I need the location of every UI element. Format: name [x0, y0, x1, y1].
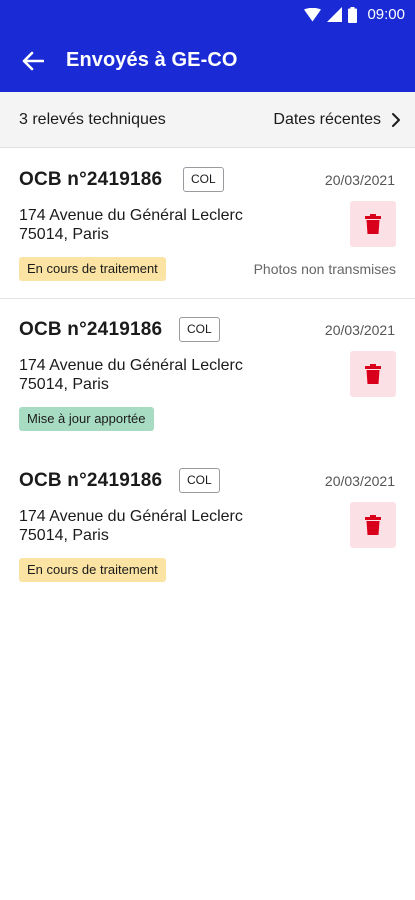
status-time: 09:00: [367, 6, 405, 23]
report-card[interactable]: OCB n°2419186 COL 20/03/2021 174 Avenue …: [0, 149, 415, 299]
report-card[interactable]: OCB n°2419186 COL 20/03/2021 174 Avenue …: [0, 450, 415, 600]
sort-button[interactable]: Dates récentes: [273, 105, 401, 135]
back-button[interactable]: [18, 46, 48, 76]
status-icons: 09:00: [304, 6, 405, 23]
report-type-tag: COL: [179, 468, 220, 493]
trash-icon: [365, 214, 381, 234]
result-count: 3 relevés techniques: [19, 111, 166, 128]
address-city: 75014, Paris: [19, 226, 109, 243]
report-reference: OCB n°2419186: [19, 319, 163, 340]
report-card[interactable]: OCB n°2419186 COL 20/03/2021 174 Avenue …: [0, 299, 415, 449]
delete-button[interactable]: [350, 351, 396, 397]
wifi-icon: [304, 7, 322, 21]
app-bar: Envoyés à GE-CO: [0, 30, 415, 92]
delete-button[interactable]: [350, 201, 396, 247]
sort-label: Dates récentes: [273, 111, 381, 128]
trash-icon: [365, 364, 381, 384]
battery-icon: [348, 6, 358, 23]
report-reference: OCB n°2419186: [19, 470, 163, 491]
status-badge: En cours de traitement: [19, 558, 166, 582]
status-bar: 09:00: [0, 0, 415, 30]
report-type-tag: COL: [183, 167, 224, 192]
delete-button[interactable]: [350, 502, 396, 548]
page-title: Envoyés à GE-CO: [66, 49, 238, 71]
address-city: 75014, Paris: [19, 527, 109, 544]
report-reference: OCB n°2419186: [19, 169, 163, 190]
address-street: 174 Avenue du Général Leclerc: [19, 207, 243, 224]
report-address: 174 Avenue du Général Leclerc 75014, Par…: [19, 356, 243, 394]
chevron-right-icon: [392, 113, 400, 127]
trash-icon: [365, 515, 381, 535]
address-street: 174 Avenue du Général Leclerc: [19, 508, 243, 525]
address-city: 75014, Paris: [19, 376, 109, 393]
report-address: 174 Avenue du Général Leclerc 75014, Par…: [19, 206, 243, 244]
list-header: 3 relevés techniques Dates récentes: [0, 92, 415, 148]
address-street: 174 Avenue du Général Leclerc: [19, 357, 243, 374]
cellular-signal-icon: [327, 7, 343, 22]
report-date: 20/03/2021: [324, 322, 395, 338]
status-badge: Mise à jour apportée: [19, 407, 154, 431]
report-type-tag: COL: [179, 317, 220, 342]
arrow-left-icon: [22, 51, 44, 71]
report-date: 20/03/2021: [324, 172, 395, 188]
report-date: 20/03/2021: [324, 473, 395, 489]
photos-note: Photos non transmises: [253, 261, 396, 277]
report-address: 174 Avenue du Général Leclerc 75014, Par…: [19, 507, 243, 545]
status-badge: En cours de traitement: [19, 257, 166, 281]
